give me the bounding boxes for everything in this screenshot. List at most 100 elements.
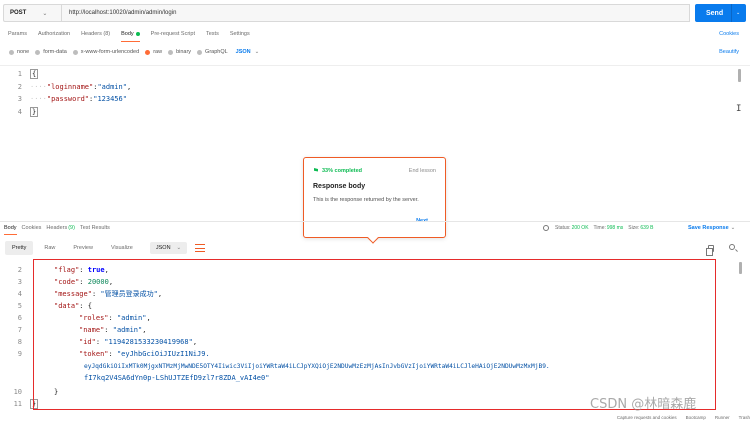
text-cursor-icon: I [736,104,742,114]
response-format-select[interactable]: JSON ⌄ [149,242,188,254]
end-lesson-link[interactable]: End lesson [409,168,436,174]
highlight-annotation-box [33,259,716,410]
save-response-button[interactable]: Save Response ⌄ [688,225,735,231]
radio-raw[interactable]: raw [145,49,162,55]
comma: , [126,83,132,91]
globe-icon[interactable] [543,225,549,231]
body-format-select[interactable]: JSON ⌄ [236,49,260,55]
view-preview[interactable]: Preview [66,241,100,255]
request-body-editor[interactable]: 1 { 2 ···· "loginname": "admin", 3 ···· "… [0,65,750,123]
radio-raw-label: raw [153,49,163,55]
view-raw[interactable]: Raw [37,241,62,255]
response-tabs: Body Cookies Headers(9) Test Results [4,225,115,235]
method-label: POST [10,10,27,16]
radio-graphql-label: GraphQL [205,49,228,55]
size-label: Size: [628,225,640,231]
url-input[interactable]: http://localhost:10020/admin/admin/login [61,4,690,22]
json-key: "loginname" [46,83,94,91]
radio-graphql[interactable]: GraphQL [197,49,228,55]
json-key: "password" [46,95,90,103]
radio-circle-icon [72,49,78,55]
tour-progress-label: 33% completed [322,168,363,174]
search-icon[interactable] [729,244,735,250]
status-bar: Capture requests and cookies Bootcamp Ru… [0,413,756,421]
line-number: 10 [13,388,22,396]
line-number: 1 [17,70,22,78]
line-number: 4 [17,290,22,298]
resp-tab-headers[interactable]: Headers(9) [46,225,75,231]
indent-guide: ···· [30,95,47,103]
radio-binary[interactable]: binary [168,49,191,55]
radio-urlencoded[interactable]: x-www-form-urlencoded [72,49,140,55]
radio-form-data[interactable]: form-data [35,49,67,55]
save-response-label: Save Response [688,225,729,231]
body-format-label: JSON [235,49,251,55]
tab-authorization[interactable]: Authorization [38,31,70,37]
tab-settings[interactable]: Settings [230,31,250,37]
code-line: 1 { [0,68,39,80]
line-number: 2 [17,266,22,274]
line-number: 7 [17,326,22,334]
response-status: Status: 200 OK Time: 998 ms Size: 639 B [543,225,658,231]
copy-icon[interactable] [706,245,714,256]
code-line: 2 ···· "loginname": "admin", [0,81,131,93]
code-line: 3 ···· "password": "123456" [0,93,127,105]
flag-icon [314,168,318,172]
indent-guide: ···· [30,83,47,91]
line-number: 8 [17,338,22,346]
panel-divider[interactable] [0,221,750,222]
tab-params[interactable]: Params [8,31,27,37]
scrollbar[interactable] [739,262,742,274]
watermark: CSDN @林暗森鹿 [590,397,697,412]
line-number: 4 [17,108,22,116]
radio-none[interactable]: none [9,49,29,55]
time-value[interactable]: 998 ms [607,225,623,231]
chevron-down-icon[interactable]: ⌄ [732,10,740,16]
resp-tab-body[interactable]: Body [4,225,17,235]
tab-body[interactable]: Body [121,31,140,42]
line-number: 11 [13,400,22,408]
beautify-button[interactable]: Beautify [719,49,739,55]
json-value: "admin" [97,83,127,91]
tooltip-arrow [367,232,379,244]
capture-requests-link[interactable]: Capture requests and cookies [617,415,677,420]
tab-tests[interactable]: Tests [206,31,219,37]
status-value[interactable]: 200 OK [572,225,589,231]
runner-link[interactable]: Runner [715,415,730,420]
body-type-selector: none form-data x-www-form-urlencoded raw… [9,49,259,55]
radio-form-data-label: form-data [43,49,67,55]
trash-link[interactable]: Trash [739,415,750,420]
send-button[interactable]: Send ⌄ [695,4,746,22]
line-number: 3 [17,278,22,286]
line-number: 5 [17,302,22,310]
tab-body-label: Body [121,31,134,37]
bootcamp-link[interactable]: Bootcamp [686,415,706,420]
radio-urlencoded-label: x-www-form-urlencoded [80,49,140,55]
open-brace: { [30,69,39,79]
tour-description: This is the response returned by the ser… [313,197,419,203]
line-number: 2 [17,83,22,91]
tab-headers[interactable]: Headers (8) [81,31,110,37]
tour-title: Response body [313,183,366,190]
scrollbar[interactable] [738,69,741,82]
resp-tab-cookies[interactable]: Cookies [22,225,42,231]
line-number: 9 [17,350,22,358]
radio-circle-icon [9,49,14,55]
cookies-link[interactable]: Cookies [719,31,739,37]
resp-tab-headers-label: Headers [46,225,68,231]
line-number: 6 [17,314,22,322]
radio-circle-icon [145,49,151,55]
chevron-down-icon: ⌄ [730,225,736,231]
tab-prerequest-script[interactable]: Pre-request Script [151,31,195,37]
wrap-lines-icon[interactable] [195,244,206,252]
headers-count: (9) [68,225,75,231]
body-indicator-dot [135,31,140,36]
resp-tab-test-results[interactable]: Test Results [80,225,110,231]
radio-circle-icon [197,49,203,55]
view-pretty[interactable]: Pretty [5,241,34,255]
time-label: Time: [593,225,606,231]
view-visualize[interactable]: Visualize [104,241,140,255]
method-select[interactable]: POST ⌄ [3,4,61,22]
size-value[interactable]: 639 B [640,225,653,231]
status-label: Status: [555,225,571,231]
